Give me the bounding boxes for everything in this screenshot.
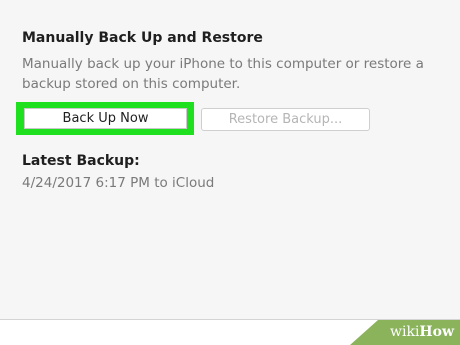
restore-backup-button[interactable]: Restore Backup... bbox=[201, 108, 370, 131]
section-description: Manually back up your iPhone to this com… bbox=[22, 56, 424, 92]
backup-panel: Manually Back Up and Restore Manually ba… bbox=[0, 0, 460, 320]
latest-backup-label: Latest Backup: bbox=[22, 153, 140, 169]
watermark-wiki: wiki bbox=[390, 324, 420, 340]
back-up-now-button[interactable]: Back Up Now bbox=[24, 108, 187, 129]
section-title: Manually Back Up and Restore bbox=[22, 30, 263, 46]
wikihow-watermark: wikiHow bbox=[350, 320, 460, 345]
watermark-how: How bbox=[419, 324, 455, 340]
latest-backup-value: 4/24/2017 6:17 PM to iCloud bbox=[22, 175, 215, 191]
watermark-text: wikiHow bbox=[390, 324, 454, 340]
